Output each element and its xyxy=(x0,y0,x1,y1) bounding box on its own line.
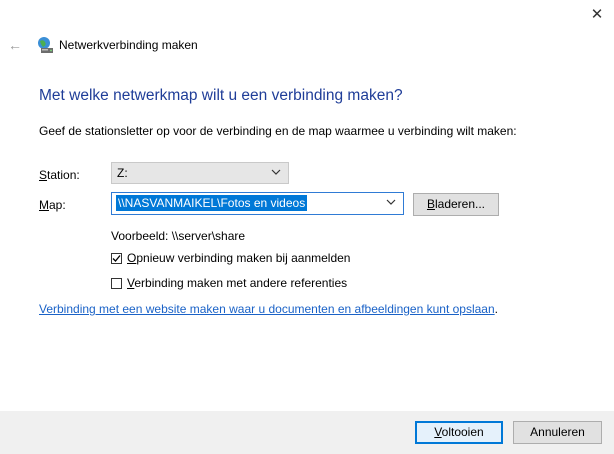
reconnect-label: Opnieuw verbinding maken bij aanmelden xyxy=(127,251,350,265)
browse-hotkey: B xyxy=(426,197,435,211)
browse-label: laderen... xyxy=(434,197,486,211)
other-credentials-label: Verbinding maken met andere referenties xyxy=(127,276,347,290)
station-value: Z: xyxy=(117,166,128,180)
checkmark-icon xyxy=(112,254,121,262)
finish-hotkey: V xyxy=(434,425,442,439)
folder-label-text: ap: xyxy=(49,198,66,212)
website-link-row: Verbinding met een website maken waar u … xyxy=(39,302,498,316)
folder-combobox[interactable]: \\NASVANMAIKEL\Fotos en videos xyxy=(111,192,404,215)
page-heading: Met welke netwerkmap wilt u een verbindi… xyxy=(39,87,403,104)
finish-button[interactable]: Voltooien xyxy=(415,421,503,444)
reconnect-label-text: pnieuw verbinding maken bij aanmelden xyxy=(136,251,351,265)
chevron-down-icon xyxy=(271,169,281,175)
folder-label: Map: xyxy=(39,198,66,212)
folder-value[interactable]: \\NASVANMAIKEL\Fotos en videos xyxy=(116,195,308,211)
cancel-button[interactable]: Annuleren xyxy=(513,421,602,444)
station-select[interactable]: Z: xyxy=(111,162,289,184)
station-label-hotkey: S xyxy=(39,168,48,182)
station-label-text: tation: xyxy=(47,168,80,182)
back-arrow-icon[interactable]: ← xyxy=(6,36,24,54)
browse-button[interactable]: Bladeren... xyxy=(413,193,499,216)
chevron-down-icon[interactable] xyxy=(385,196,397,208)
finish-label: oltooien xyxy=(441,425,484,439)
folder-label-hotkey: M xyxy=(39,198,49,212)
window-title: Netwerkverbinding maken xyxy=(59,38,198,52)
other-credentials-checkbox-row[interactable]: Verbinding maken met andere referenties xyxy=(111,275,347,291)
website-link-suffix: . xyxy=(494,302,498,316)
close-icon[interactable]: ✕ xyxy=(588,6,606,24)
example-text: Voorbeeld: \\server\share xyxy=(111,229,246,243)
instruction-text: Geef de stationsletter op voor de verbin… xyxy=(39,124,517,138)
website-link[interactable]: Verbinding met een website maken waar u … xyxy=(39,302,495,316)
other-credentials-label-text: erbinding maken met andere referenties xyxy=(134,276,348,290)
reconnect-checkbox-row[interactable]: Opnieuw verbinding maken bij aanmelden xyxy=(111,250,350,266)
other-credentials-checkbox[interactable] xyxy=(111,277,122,289)
station-label: Station: xyxy=(39,168,80,182)
network-drive-icon xyxy=(36,36,54,54)
reconnect-hotkey: O xyxy=(127,251,137,265)
reconnect-checkbox[interactable] xyxy=(111,252,122,264)
